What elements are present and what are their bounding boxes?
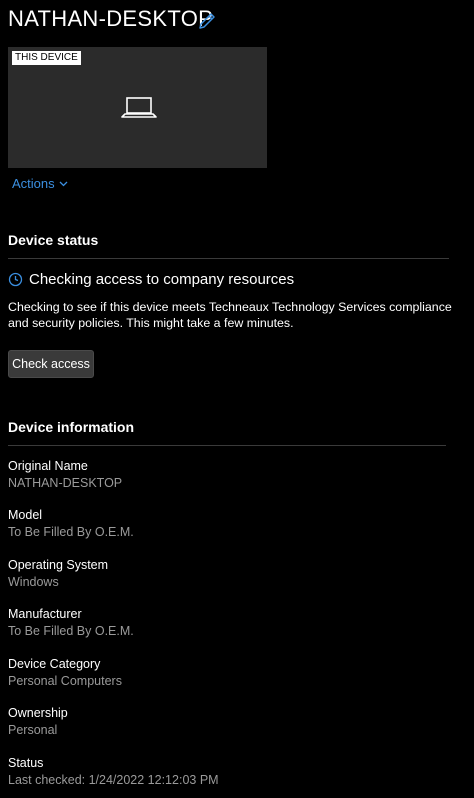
status-description: Checking to see if this device meets Tec… bbox=[8, 300, 452, 330]
info-item-manufacturer: Manufacturer To Be Filled By O.E.M. bbox=[8, 606, 134, 639]
check-access-button[interactable]: Check access bbox=[8, 350, 94, 378]
actions-label: Actions bbox=[12, 176, 55, 191]
info-value: NATHAN-DESKTOP bbox=[8, 476, 123, 490]
device-status-divider bbox=[8, 258, 449, 259]
info-item-status: Status Last checked: 1/24/2022 12:12:03 … bbox=[8, 755, 219, 788]
status-row: Checking access to company resources bbox=[8, 271, 294, 288]
device-information-title: Device information bbox=[8, 419, 135, 435]
info-label: Model bbox=[8, 508, 43, 522]
info-value: Last checked: 1/24/2022 12:12:03 PM bbox=[8, 773, 219, 787]
clock-icon bbox=[8, 272, 23, 287]
device-tile: THIS DEVICE bbox=[8, 47, 267, 168]
info-label: Operating System bbox=[8, 558, 109, 572]
info-item-device-category: Device Category Personal Computers bbox=[8, 656, 122, 689]
info-item-model: Model To Be Filled By O.E.M. bbox=[8, 507, 134, 540]
info-label: Ownership bbox=[8, 706, 68, 720]
info-value: To Be Filled By O.E.M. bbox=[8, 525, 134, 539]
info-label: Original Name bbox=[8, 459, 88, 473]
info-item-operating-system: Operating System Windows bbox=[8, 557, 108, 590]
info-value: Personal Computers bbox=[8, 674, 122, 688]
info-value: Personal bbox=[8, 723, 58, 737]
actions-dropdown[interactable]: Actions bbox=[12, 176, 68, 191]
chevron-down-icon bbox=[59, 181, 68, 186]
info-label: Status bbox=[8, 756, 44, 770]
device-details-page: NATHAN-DESKTOP THIS DEVICE Actions Devic… bbox=[0, 0, 474, 798]
device-status-title: Device status bbox=[8, 232, 99, 248]
laptop-icon bbox=[121, 97, 157, 118]
info-value: To Be Filled By O.E.M. bbox=[8, 624, 134, 638]
page-title: NATHAN-DESKTOP bbox=[8, 6, 214, 31]
info-label: Manufacturer bbox=[8, 607, 82, 621]
info-item-ownership: Ownership Personal bbox=[8, 705, 68, 738]
info-label: Device Category bbox=[8, 657, 101, 671]
status-heading: Checking access to company resources bbox=[29, 271, 295, 288]
info-item-original-name: Original Name NATHAN-DESKTOP bbox=[8, 458, 122, 491]
info-value: Windows bbox=[8, 575, 59, 589]
pencil-icon[interactable] bbox=[196, 10, 218, 32]
this-device-badge: THIS DEVICE bbox=[12, 51, 81, 65]
device-information-divider bbox=[8, 445, 446, 446]
